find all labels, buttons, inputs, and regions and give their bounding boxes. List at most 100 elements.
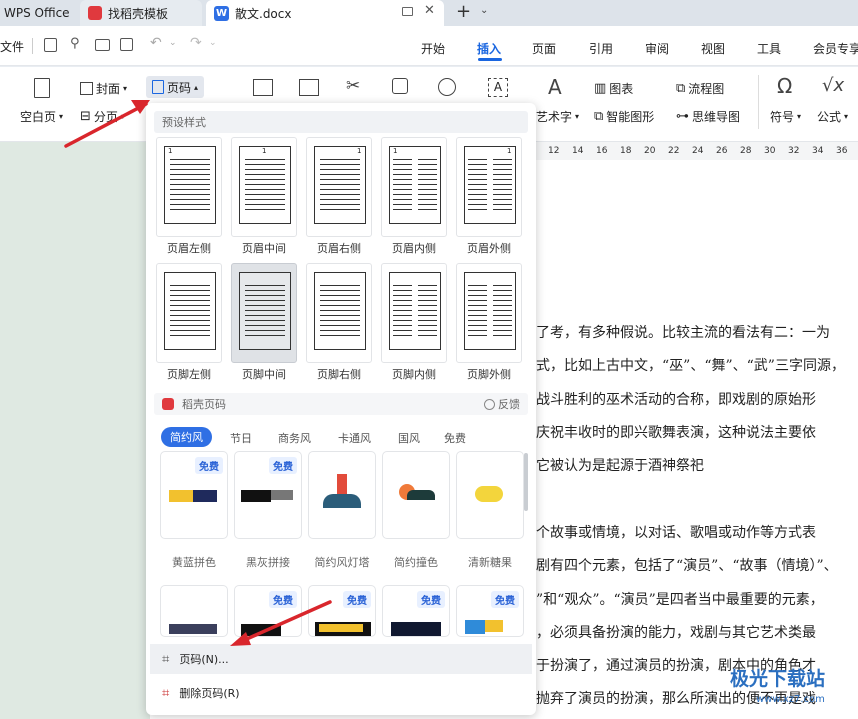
redo-dropdown-icon[interactable]: ⌄ <box>209 38 217 48</box>
preset-header-inner[interactable]: 1 <box>381 137 447 237</box>
undo-dropdown-icon[interactable]: ⌄ <box>169 38 177 48</box>
template-card[interactable]: 免费 <box>382 585 450 637</box>
text-line <box>170 179 210 180</box>
template-card-yellow-blue[interactable]: 免费 <box>160 451 228 539</box>
template-preview <box>323 494 361 508</box>
preset-footer-right[interactable] <box>306 263 372 363</box>
template-preview <box>391 622 441 636</box>
page-preview: 1 <box>464 146 516 224</box>
menu-tab-insert[interactable]: 插入 <box>477 40 501 57</box>
category-free[interactable]: 免费 <box>444 430 466 446</box>
blank-page-button[interactable]: 空白页 ▾ <box>20 108 63 125</box>
textbox-icon[interactable]: A <box>488 78 508 97</box>
menu-tab-review[interactable]: 审阅 <box>645 40 669 57</box>
preset-footer-outer[interactable] <box>456 263 522 363</box>
text-line <box>170 325 210 326</box>
free-badge: 免费 <box>269 457 297 474</box>
file-menu[interactable]: 文件 <box>0 38 24 55</box>
flowchart-button[interactable]: ⧉ 流程图 <box>676 80 724 97</box>
feedback-link[interactable]: 反馈 <box>484 396 520 412</box>
new-tab-icon[interactable]: + <box>456 1 471 22</box>
tab-wps-office[interactable]: WPS Office <box>0 0 78 26</box>
template-card-candy[interactable] <box>456 451 524 539</box>
template-card[interactable]: 免费 <box>456 585 524 637</box>
text-line <box>468 164 487 165</box>
art-text-button[interactable]: 艺术字 ▾ <box>536 108 579 125</box>
preset-header-right[interactable]: 1 <box>306 137 372 237</box>
text-line <box>468 209 487 210</box>
menu-tab-tools[interactable]: 工具 <box>757 40 781 57</box>
print-icon[interactable] <box>95 39 110 51</box>
doc-line: 个故事或情境，以对话、歌唱或动作等方式表 <box>536 525 816 541</box>
preset-header-outer[interactable]: 1 <box>456 137 522 237</box>
preset-footer-center[interactable] <box>231 263 297 363</box>
preset-label: 页眉右侧 <box>317 242 361 255</box>
picture-icon[interactable] <box>299 79 319 96</box>
template-card[interactable]: 免费 <box>234 585 302 637</box>
icons-icon[interactable] <box>438 78 456 96</box>
smart-graphic-button[interactable]: ⧉ 智能图形 <box>594 108 654 125</box>
text-line <box>320 310 360 311</box>
preset-header-center[interactable]: 1 <box>231 137 297 237</box>
delete-page-number-item[interactable]: ⌗ 删除页码(R) <box>150 678 532 708</box>
page-break-button[interactable]: ⊟ 分页 ▾ <box>80 108 125 125</box>
page-number-sample: 1 <box>393 147 398 155</box>
menu-tab-references[interactable]: 引用 <box>589 40 613 57</box>
category-cartoon[interactable]: 卡通风 <box>338 430 371 446</box>
lighthouse-icon <box>337 474 347 496</box>
window-mode-icon[interactable] <box>402 7 413 16</box>
chart-button[interactable]: ▥ 图表 <box>594 80 633 97</box>
ruler-tick: 28 <box>740 146 752 156</box>
menu-tab-view[interactable]: 视图 <box>701 40 725 57</box>
text-line <box>418 325 437 326</box>
text-line <box>493 164 512 165</box>
page-number-settings-item[interactable]: ⌗ 页码(N)... <box>150 644 532 674</box>
preset-label: 页脚左侧 <box>167 368 211 381</box>
category-business[interactable]: 商务风 <box>278 430 311 446</box>
mindmap-button[interactable]: ⊶ 思维导图 <box>676 108 740 125</box>
formula-button[interactable]: 公式 ▾ <box>817 108 848 125</box>
text-line <box>468 320 487 321</box>
template-card-lighthouse[interactable] <box>308 451 376 539</box>
tab-docer-templates[interactable]: 找稻壳模板 <box>80 0 202 26</box>
tab-list-chevron-icon[interactable]: ⌄ <box>480 5 488 16</box>
text-line <box>468 330 487 331</box>
preset-header-left[interactable]: 1 <box>156 137 222 237</box>
template-label: 简约撞色 <box>394 556 438 569</box>
template-card-contrast[interactable] <box>382 451 450 539</box>
template-card[interactable] <box>160 585 228 637</box>
preset-label: 页眉内侧 <box>392 242 436 255</box>
tab-document[interactable]: W 散文.docx ✕ <box>206 0 444 26</box>
menu-tab-member[interactable]: 会员专享 <box>813 40 858 57</box>
share-icon[interactable]: ⚲ <box>70 36 80 51</box>
menu-tab-page[interactable]: 页面 <box>532 40 556 57</box>
redo-icon[interactable]: ↷ <box>190 35 202 51</box>
category-simple[interactable]: 简约风 <box>161 427 212 447</box>
screenshot-icon[interactable]: ✂ <box>346 76 360 96</box>
template-label: 清新糖果 <box>468 556 512 569</box>
menu-tab-home[interactable]: 开始 <box>421 40 445 57</box>
text-line <box>418 310 437 311</box>
ruler-tick: 12 <box>548 146 560 156</box>
template-preview <box>241 624 281 636</box>
category-chinese[interactable]: 国风 <box>398 430 420 446</box>
close-tab-icon[interactable]: ✕ <box>424 3 435 18</box>
page-break-label: 分页 <box>93 110 118 124</box>
text-line <box>418 159 437 160</box>
template-card[interactable]: 免费 <box>308 585 376 637</box>
preset-footer-left[interactable] <box>156 263 222 363</box>
undo-icon[interactable]: ↶ <box>150 35 162 51</box>
shape-icon[interactable] <box>392 78 408 94</box>
page-number-button[interactable]: 页码 ▴ <box>146 76 205 98</box>
templates-scrollbar[interactable] <box>524 453 528 511</box>
save-icon[interactable] <box>44 38 57 52</box>
table-icon[interactable] <box>253 79 273 96</box>
cover-button[interactable]: 封面 ▾ <box>80 80 127 97</box>
print-preview-icon[interactable] <box>120 38 133 51</box>
category-holiday[interactable]: 节日 <box>230 430 252 446</box>
text-line <box>245 300 285 301</box>
preset-footer-inner[interactable] <box>381 263 447 363</box>
template-card-black-gray[interactable]: 免费 <box>234 451 302 539</box>
page-number-icon <box>152 80 164 94</box>
symbol-button[interactable]: 符号 ▾ <box>770 108 801 125</box>
